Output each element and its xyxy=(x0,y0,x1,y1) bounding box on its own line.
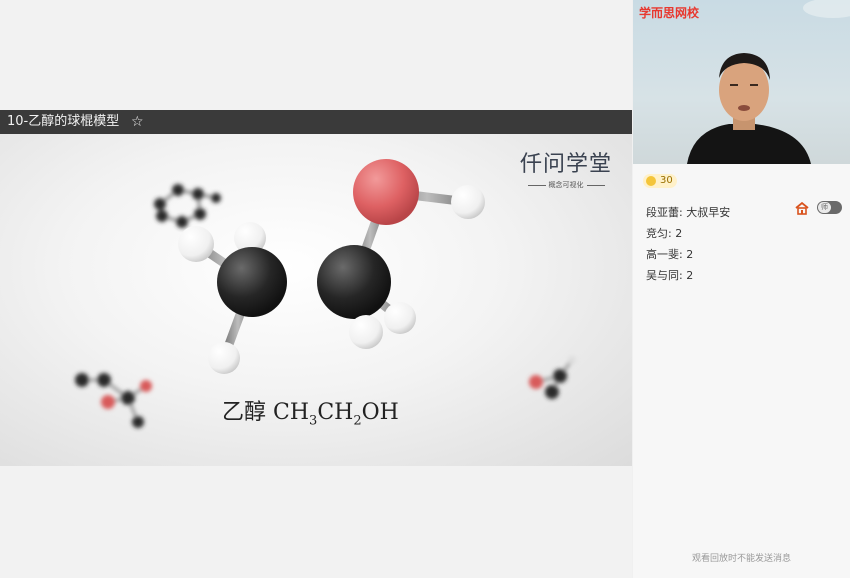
lesson-title: 10-乙醇的球棍模型 xyxy=(7,114,120,129)
hydrogen-atom xyxy=(451,185,485,219)
coin-badge: 30 xyxy=(643,174,677,188)
lesson-title-bar: 10-乙醇的球棍模型 ☆ xyxy=(0,110,632,134)
chat-message: 高一斐: 2 xyxy=(646,248,694,261)
brand-tagline: 概念可视化 xyxy=(516,180,616,190)
brand-logo: 仟问学堂 概念可视化 xyxy=(516,151,616,190)
ethanol-formula: 乙醇 CH3CH2OH xyxy=(222,394,399,428)
chat-message-list: 段亚蕾: 大叔早安 竞匀: 2 高一斐: 2 吴与同: 2 xyxy=(646,205,730,289)
chat-message: 段亚蕾: 大叔早安 xyxy=(646,206,731,219)
formula-sub2: 2 xyxy=(353,413,362,429)
formula-c1: CH xyxy=(273,400,310,425)
carbon-atom xyxy=(217,247,287,317)
oxygen-atom xyxy=(353,159,419,225)
slide-content: 仟问学堂 概念可视化 乙醇 CH3CH2OH xyxy=(0,134,632,466)
hydrogen-atom xyxy=(384,302,416,334)
star-icon[interactable]: ☆ xyxy=(131,110,144,134)
school-logo: 学而思网校 xyxy=(639,6,700,20)
chat-message: 竞匀: 2 xyxy=(646,227,683,240)
hydrogen-atom xyxy=(208,342,240,374)
teacher-video[interactable]: 学而思网校 xyxy=(633,0,850,164)
background-molecule-left-top xyxy=(154,184,221,228)
coin-icon xyxy=(646,176,656,186)
carbon-atom xyxy=(317,245,391,319)
chat-disabled-note: 观看回放时不能发送消息 xyxy=(691,554,791,564)
side-panel: 学而思网校 30 师 段亚蕾: 大叔早安 竞匀: 2 高一斐: 2 吴与同: 2… xyxy=(633,0,850,578)
chat-message: 吴与同: 2 xyxy=(646,269,694,282)
formula-c2: CH xyxy=(317,400,354,425)
home-icon[interactable] xyxy=(795,201,809,215)
hydrogen-atom xyxy=(349,315,383,349)
formula-name: 乙醇 xyxy=(222,400,267,425)
hydrogen-atom xyxy=(178,226,214,262)
brand-name: 仟问学堂 xyxy=(519,152,612,177)
coin-count: 30 xyxy=(660,175,673,186)
background-molecule-right xyxy=(529,356,576,399)
background-molecule-left-bottom xyxy=(75,373,152,428)
main-area: 10-乙醇的球棍模型 ☆ 仟问学堂 概念可视化 乙醇 CH3CH2OH xyxy=(0,0,632,578)
teacher-figure xyxy=(687,0,850,164)
teacher-only-toggle[interactable]: 师 xyxy=(817,201,842,214)
toggle-knob: 师 xyxy=(818,202,831,213)
formula-tail: OH xyxy=(361,400,399,425)
